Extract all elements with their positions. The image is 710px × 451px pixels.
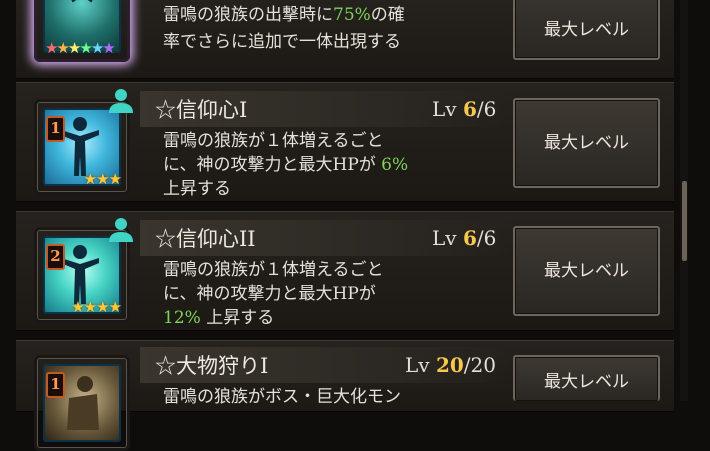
rank-badge: 2 (46, 244, 65, 270)
max-level-label: 最大レベル (544, 372, 629, 392)
skill-description-1: 雷鳴の狼族が１体増えるごと に、神の攻撃力と最大HPが 6% 上昇する (163, 131, 409, 199)
skill-level-1: Lv 6/6 (432, 97, 497, 121)
max-level-button-1[interactable]: 最大レベル (513, 98, 660, 188)
skill-card-top: ★★★★★★ (34, 0, 130, 62)
scrollbar-thumb[interactable] (682, 181, 687, 261)
max-level-button-top[interactable]: 最大レベル (513, 0, 660, 60)
person-icon (109, 89, 133, 113)
rarity-stars: ★★★★ (71, 298, 122, 316)
max-level-label: 最大レベル (544, 20, 629, 40)
skill-title-2: ☆信仰心II (155, 227, 256, 251)
skill-level-2: Lv 6/6 (432, 226, 497, 250)
skill-title-3: ☆大物狩りI (155, 354, 269, 378)
max-level-button-3[interactable]: 最大レベル (513, 355, 660, 401)
skill-title-1: ☆信仰心I (155, 98, 248, 122)
rainbow-stars: ★★★★★★ (45, 39, 116, 57)
skill-description-2: 雷鳴の狼族が１体増えるごと に、神の攻撃力と最大HPが 12% 上昇する (163, 260, 384, 328)
skill-card-3: 1 (34, 355, 130, 451)
rank-badge: 1 (46, 372, 65, 398)
skill-description-top: 雷鳴の狼族の出撃時に75%の確 率でさらに追加で一体出現する (163, 5, 405, 52)
max-level-label: 最大レベル (544, 261, 629, 281)
green-warrior-icon (71, 0, 93, 3)
skill-description-3: 雷鳴の狼族がボス・巨大化モン (163, 387, 401, 407)
rarity-stars: ★★★ (83, 170, 122, 188)
rank-badge: 1 (46, 116, 65, 142)
skill-level-3: Lv 20/20 (405, 353, 496, 377)
max-level-button-2[interactable]: 最大レベル (513, 226, 660, 316)
person-icon (109, 218, 133, 242)
max-level-label: 最大レベル (544, 133, 629, 153)
